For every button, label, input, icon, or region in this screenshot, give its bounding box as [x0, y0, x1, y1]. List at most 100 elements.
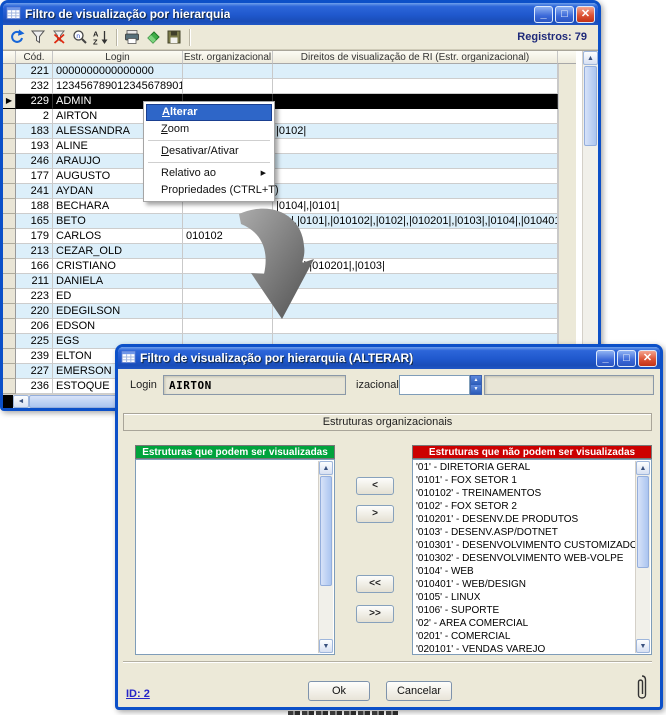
scroll-track[interactable] [636, 569, 650, 639]
cell-direitos[interactable] [273, 169, 558, 184]
left-list-scrollbar[interactable]: ▲ ▼ [318, 461, 333, 653]
move-all-right-button[interactable]: >> [356, 605, 394, 623]
cell-cod[interactable]: 246 [16, 154, 53, 169]
estrutura-spinner[interactable]: ▲ ▼ [470, 375, 482, 395]
list-item[interactable]: '020101' - VENDAS VAREJO [413, 643, 635, 654]
move-all-left-button[interactable]: << [356, 575, 394, 593]
estrutura-name-field[interactable] [484, 375, 654, 395]
table-row[interactable]: 183ALESSANDRA|0102| [3, 124, 558, 139]
cell-cod[interactable]: 166 [16, 259, 53, 274]
window2-titlebar[interactable]: Filtro de visualização por hierarquia (A… [118, 347, 660, 369]
list-item[interactable]: '010301' - DESENVOLVIMENTO CUSTOMIZADO [413, 539, 635, 552]
maximize-button[interactable]: □ [555, 6, 574, 23]
ok-button[interactable]: Ok [308, 681, 370, 701]
cell-cod[interactable]: 193 [16, 139, 53, 154]
cell-login[interactable]: CRISTIANO [53, 259, 183, 274]
row-selector-gutter[interactable] [3, 334, 16, 349]
cell-login[interactable]: CEZAR_OLD [53, 244, 183, 259]
minimize-button[interactable]: _ [596, 350, 615, 367]
window1-titlebar[interactable]: Filtro de visualização por hierarquia _ … [3, 3, 598, 25]
row-selector-gutter[interactable] [3, 214, 16, 229]
scroll-up-icon[interactable]: ▲ [319, 461, 333, 475]
grid-header-direitos[interactable]: Direitos de visualização de RI (Estr. or… [273, 51, 558, 64]
row-selector-gutter[interactable] [3, 229, 16, 244]
cell-direitos[interactable] [273, 139, 558, 154]
cell-direitos[interactable]: |0102| [273, 124, 558, 139]
scroll-up-icon[interactable]: ▲ [583, 51, 598, 65]
list-item[interactable]: '0106' - SUPORTE [413, 604, 635, 617]
cell-direitos[interactable] [273, 64, 558, 79]
grid-header-estr[interactable]: Estr. organizacional [183, 51, 273, 64]
refresh-icon[interactable] [8, 28, 26, 46]
scroll-left-icon[interactable]: ◄ [13, 395, 29, 408]
row-selector-gutter[interactable] [3, 109, 16, 124]
cell-login[interactable]: DANIELA [53, 274, 183, 289]
cell-cod[interactable]: 241 [16, 184, 53, 199]
table-row[interactable]: 177AUGUSTO [3, 169, 558, 184]
list-item[interactable]: '0105' - LINUX [413, 591, 635, 604]
scroll-thumb[interactable] [320, 476, 332, 586]
cell-login[interactable]: 0000000000000000 [53, 64, 183, 79]
maximize-button[interactable]: □ [617, 350, 636, 367]
allowed-structures-list[interactable]: ▲ ▼ [135, 459, 335, 655]
row-selector-gutter[interactable] [3, 199, 16, 214]
cell-cod[interactable]: 165 [16, 214, 53, 229]
list-item[interactable]: '010102' - TREINAMENTOS [413, 487, 635, 500]
estrutura-code-input[interactable] [399, 375, 470, 395]
cell-cod[interactable]: 179 [16, 229, 53, 244]
print-icon[interactable] [123, 28, 141, 46]
row-selector-gutter[interactable] [3, 79, 16, 94]
list-item[interactable]: '0102' - FOX SETOR 2 [413, 500, 635, 513]
table-row[interactable]: 193ALINE [3, 139, 558, 154]
spinner-down-icon[interactable]: ▼ [471, 385, 481, 394]
cell-cod[interactable]: 213 [16, 244, 53, 259]
close-button[interactable]: ✕ [638, 350, 657, 367]
row-selector-gutter[interactable]: ▶ [3, 94, 16, 109]
minimize-button[interactable]: _ [534, 6, 553, 23]
list-item[interactable]: '0104' - WEB [413, 565, 635, 578]
row-selector-gutter[interactable] [3, 139, 16, 154]
menu-item-propriedades-ctrl-t[interactable]: Propriedades (CTRL+T) [146, 182, 272, 199]
cell-cod[interactable]: 211 [16, 274, 53, 289]
table-row[interactable]: 246ARAUJO [3, 154, 558, 169]
spinner-up-icon[interactable]: ▲ [471, 376, 481, 385]
cell-cod[interactable]: 229 [16, 94, 53, 109]
menu-item-alterar[interactable]: Alterar [146, 104, 272, 121]
row-selector-gutter[interactable] [3, 184, 16, 199]
cell-cod[interactable]: 188 [16, 199, 53, 214]
vertical-scroll-thumb[interactable] [584, 66, 597, 146]
scroll-down-icon[interactable]: ▼ [319, 639, 333, 653]
menu-item-relativo-ao[interactable]: Relativo ao▶ [146, 165, 272, 182]
row-selector-gutter[interactable] [3, 304, 16, 319]
row-selector-gutter[interactable] [3, 154, 16, 169]
cell-cod[interactable]: 227 [16, 364, 53, 379]
cell-login[interactable]: ED [53, 289, 183, 304]
cell-cod[interactable]: 223 [16, 289, 53, 304]
cell-cod[interactable]: 232 [16, 79, 53, 94]
cell-direitos[interactable] [273, 94, 558, 109]
grid-header-login[interactable]: Login [53, 51, 183, 64]
list-item[interactable]: '0101' - FOX SETOR 1 [413, 474, 635, 487]
cell-cod[interactable]: 2 [16, 109, 53, 124]
menu-item-desativar-ativar[interactable]: Desativar/Ativar [146, 143, 272, 160]
table-row[interactable]: 2AIRTON [3, 109, 558, 124]
vertical-scrollbar[interactable]: ▲ ▼ [582, 51, 598, 394]
list-item[interactable]: '010201' - DESENV.DE PRODUTOS [413, 513, 635, 526]
table-row[interactable]: ▶229ADMIN [3, 94, 558, 109]
list-item[interactable]: '01' - DIRETORIA GERAL [413, 461, 635, 474]
id-link[interactable]: ID: 2 [126, 688, 150, 700]
cell-login[interactable]: 12345678901234567890123 [53, 79, 183, 94]
move-left-button[interactable]: < [356, 477, 394, 495]
login-field[interactable]: AIRTON [163, 375, 346, 395]
zoom-search-icon[interactable]: n [71, 28, 89, 46]
cell-cod[interactable]: 239 [16, 349, 53, 364]
scroll-thumb[interactable] [637, 476, 649, 568]
cell-login[interactable]: EDEGILSON [53, 304, 183, 319]
cell-direitos[interactable] [273, 79, 558, 94]
clean-icon[interactable] [144, 28, 162, 46]
grid-header-cod[interactable]: Cód. [16, 51, 53, 64]
scroll-track[interactable] [319, 587, 333, 639]
move-right-button[interactable]: > [356, 505, 394, 523]
right-list-scrollbar[interactable]: ▲ ▼ [635, 461, 650, 653]
scroll-down-icon[interactable]: ▼ [636, 639, 650, 653]
